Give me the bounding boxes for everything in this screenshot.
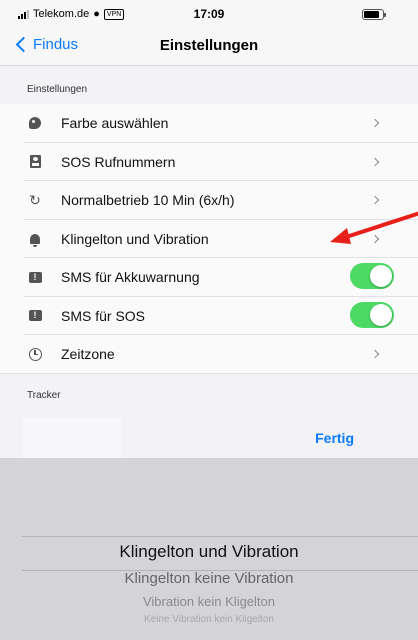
chevron-right-icon [370, 349, 380, 359]
row-label: Zeitzone [61, 346, 115, 363]
picker-option[interactable]: Klingelton keine Vibration [0, 570, 418, 587]
message-alert-icon: ! [27, 269, 43, 285]
section-header-label: Tracker [27, 390, 61, 401]
row-label: SOS Rufnummern [61, 153, 176, 170]
settings-row-timezone[interactable]: Zeitzone [0, 335, 418, 374]
message-alert-icon: ! [27, 308, 43, 324]
status-bar: Telekom.de ● VPN 17:09 [0, 0, 418, 28]
navigation-bar: Findus Einstellungen [0, 28, 418, 66]
row-label: Farbe auswählen [61, 115, 169, 132]
status-time: 17:09 [193, 7, 225, 21]
row-label: SMS für Akkuwarnung [61, 269, 200, 286]
battery-level [364, 11, 379, 18]
toggle-knob [370, 265, 392, 287]
picker-selection-line [22, 536, 418, 537]
sms-sos-toggle[interactable] [350, 301, 394, 328]
toolbar-blank [22, 418, 122, 458]
settings-row-color[interactable]: Farbe auswählen [0, 104, 418, 143]
settings-row-sos-numbers[interactable]: SOS Rufnummern [0, 143, 418, 182]
picker-option[interactable]: Keine Vibration kein Kligelton [0, 614, 418, 625]
row-label: Normalbetrieb 10 Min (6x/h) [61, 192, 235, 209]
picker-option[interactable]: Vibration kein Kligelton [0, 594, 418, 609]
section-header-tracker: Tracker [0, 374, 418, 410]
section-header-settings: Einstellungen [0, 66, 418, 104]
ringtone-picker[interactable]: Klingelton und Vibration Klingelton kein… [0, 458, 418, 640]
picker-option-selected[interactable]: Klingelton und Vibration [0, 542, 418, 562]
chevron-right-icon [370, 157, 380, 166]
sms-battery-warning-toggle[interactable] [350, 263, 394, 289]
battery-icon [362, 9, 386, 20]
annotation-arrow [330, 211, 418, 244]
page-title: Einstellungen [159, 37, 259, 54]
contact-card-icon [27, 154, 43, 170]
section-header-label: Einstellungen [27, 84, 88, 95]
settings-row-sms-sos: ! SMS für SOS [0, 297, 418, 336]
row-label: SMS für SOS [61, 307, 146, 324]
toggle-knob [370, 303, 392, 326]
chevron-right-icon [370, 195, 380, 205]
done-button[interactable]: Fertig [315, 430, 354, 446]
row-label: Klingelton und Vibration [61, 230, 209, 247]
sync-icon: ↻ [29, 191, 41, 208]
settings-row-sms-battery-warning: ! SMS für Akkuwarnung [0, 258, 418, 297]
clock-icon [27, 346, 43, 362]
palette-icon [27, 115, 43, 131]
chevron-right-icon [370, 118, 380, 128]
picker-toolbar: Fertig [0, 418, 418, 458]
bell-icon [27, 231, 43, 247]
